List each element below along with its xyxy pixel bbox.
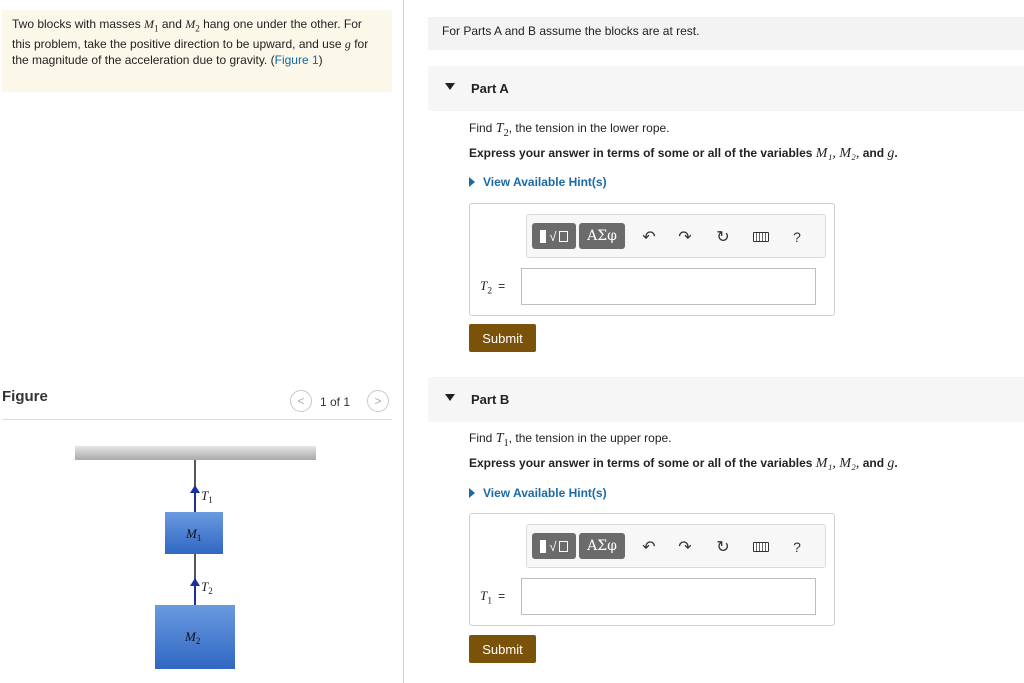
greek-symbols-icon[interactable]: ΑΣφ bbox=[579, 533, 625, 559]
part-a-label: Part A bbox=[471, 81, 509, 96]
reset-icon[interactable]: ↻ bbox=[713, 537, 733, 557]
t1-variable-label: T1 = bbox=[480, 588, 506, 607]
t2-variable-label: T2 = bbox=[480, 278, 506, 297]
part-b-label: Part B bbox=[471, 392, 510, 407]
collapse-triangle-icon bbox=[445, 83, 455, 90]
figure-prev-button[interactable]: < bbox=[290, 390, 312, 412]
t2-arrowhead bbox=[190, 578, 200, 586]
part-a-submit-button[interactable]: Submit bbox=[469, 324, 536, 352]
keyboard-icon[interactable] bbox=[751, 537, 771, 557]
reset-icon[interactable]: ↻ bbox=[713, 227, 733, 247]
problem-intro: Two blocks with masses M1 and M2 hang on… bbox=[2, 10, 392, 92]
part-b-hint-link[interactable]: View Available Hint(s) bbox=[469, 486, 607, 500]
chevron-right-icon: > bbox=[374, 394, 382, 408]
template-icon[interactable]: √ bbox=[532, 533, 576, 559]
undo-icon[interactable]: ↶ bbox=[639, 227, 659, 247]
expand-triangle-icon bbox=[469, 177, 475, 187]
expand-triangle-icon bbox=[469, 488, 475, 498]
part-a-answer-box: √ ΑΣφ ↶ ↷ ↻ ? T2 = bbox=[469, 203, 835, 316]
part-b-header[interactable]: Part B bbox=[428, 377, 1024, 422]
undo-icon[interactable]: ↶ bbox=[639, 537, 659, 557]
figure-title: Figure bbox=[2, 388, 48, 405]
part-a-instructions: Express your answer in terms of some or … bbox=[469, 146, 898, 161]
rest-banner: For Parts A and B assume the blocks are … bbox=[428, 17, 1024, 50]
keyboard-icon[interactable] bbox=[751, 227, 771, 247]
help-icon[interactable]: ? bbox=[787, 537, 807, 557]
t2-label: T2 bbox=[201, 579, 213, 596]
template-icon[interactable]: √ bbox=[532, 223, 576, 249]
part-a-hint-link[interactable]: View Available Hint(s) bbox=[469, 175, 607, 189]
part-b-submit-button[interactable]: Submit bbox=[469, 635, 536, 663]
t1-arrowhead bbox=[190, 485, 200, 493]
t1-label: T1 bbox=[201, 488, 213, 505]
t2-answer-input[interactable] bbox=[521, 268, 816, 305]
ceiling bbox=[75, 446, 316, 460]
collapse-triangle-icon bbox=[445, 394, 455, 401]
part-b-question: Find T1, the tension in the upper rope. bbox=[469, 431, 672, 449]
panel-divider bbox=[403, 0, 404, 683]
math-toolbar: √ ΑΣφ ↶ ↷ ↻ ? bbox=[526, 524, 826, 568]
part-a-question: Find T2, the tension in the lower rope. bbox=[469, 121, 670, 139]
help-icon[interactable]: ? bbox=[787, 227, 807, 247]
redo-icon[interactable]: ↷ bbox=[675, 227, 695, 247]
figure-next-button[interactable]: > bbox=[367, 390, 389, 412]
figure-divider bbox=[2, 419, 392, 420]
figure-diagram: T1 M1 T2 M2 bbox=[75, 446, 316, 669]
t1-answer-input[interactable] bbox=[521, 578, 816, 615]
part-a-header[interactable]: Part A bbox=[428, 66, 1024, 111]
greek-symbols-icon[interactable]: ΑΣφ bbox=[579, 223, 625, 249]
math-toolbar: √ ΑΣφ ↶ ↷ ↻ ? bbox=[526, 214, 826, 258]
redo-icon[interactable]: ↷ bbox=[675, 537, 695, 557]
figure-count: 1 of 1 bbox=[320, 395, 351, 409]
part-b-instructions: Express your answer in terms of some or … bbox=[469, 456, 898, 471]
part-b-answer-box: √ ΑΣφ ↶ ↷ ↻ ? T1 = bbox=[469, 513, 835, 626]
figure-link[interactable]: Figure 1 bbox=[275, 53, 319, 67]
chevron-left-icon: < bbox=[297, 394, 305, 408]
